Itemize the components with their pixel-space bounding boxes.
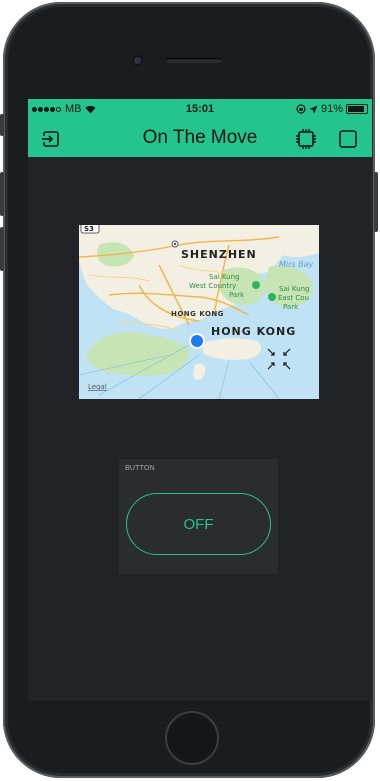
battery-icon	[346, 104, 368, 114]
map-view[interactable]: S3 SHENZHEN Mirs Bay Sai Kung West Count…	[79, 225, 319, 399]
label-hong-kong-small: HONG KONG	[171, 310, 224, 318]
label-sai-kung-west-1: Sai Kung	[209, 273, 239, 281]
label-sai-kung-west-2: West Country	[189, 282, 236, 290]
label-sai-kung-east-3: Park	[283, 303, 299, 311]
label-sai-kung-west-3: Park	[229, 291, 245, 299]
stop-icon[interactable]	[337, 128, 359, 150]
app-title: On The Move	[142, 127, 258, 148]
volume-down-button	[0, 227, 4, 271]
phone-frame: MB 15:01 91% On The Move S3 SHENZHEN Mir…	[0, 2, 378, 778]
status-bar: MB 15:01 91%	[28, 99, 372, 119]
mute-switch	[0, 114, 4, 136]
button-widget: BUTTON OFF	[119, 459, 278, 574]
battery-percent: 91%	[320, 103, 343, 115]
route-badge-label: S3	[84, 225, 94, 233]
label-shenzhen: SHENZHEN	[181, 248, 257, 261]
hong-kong-island	[203, 338, 262, 360]
front-camera	[134, 57, 141, 64]
power-button	[374, 172, 378, 232]
map-widget[interactable]: S3 SHENZHEN Mirs Bay Sai Kung West Count…	[79, 225, 319, 399]
park-marker-icon	[252, 281, 260, 289]
app-screen: MB 15:01 91% On The Move S3 SHENZHEN Mir…	[28, 99, 372, 701]
label-sai-kung-east-1: Sai Kung	[279, 285, 309, 293]
orientation-lock-icon	[296, 104, 306, 114]
off-toggle-button[interactable]: OFF	[126, 493, 271, 555]
app-header: On The Move	[28, 119, 372, 157]
label-hong-kong-large: HONG KONG	[211, 325, 296, 338]
park-marker-icon	[268, 293, 276, 301]
label-mirs-bay: Mirs Bay	[279, 260, 314, 269]
home-button[interactable]	[165, 711, 219, 765]
location-arrow-icon	[309, 105, 318, 113]
button-widget-caption: BUTTON	[125, 465, 155, 472]
earpiece-speaker	[166, 58, 222, 63]
volume-up-button	[0, 172, 4, 216]
device-chip-icon[interactable]	[295, 128, 317, 150]
legal-link[interactable]: Legal	[88, 383, 107, 391]
label-sai-kung-east-2: East Cou	[278, 294, 309, 302]
off-toggle-label: OFF	[183, 515, 214, 533]
